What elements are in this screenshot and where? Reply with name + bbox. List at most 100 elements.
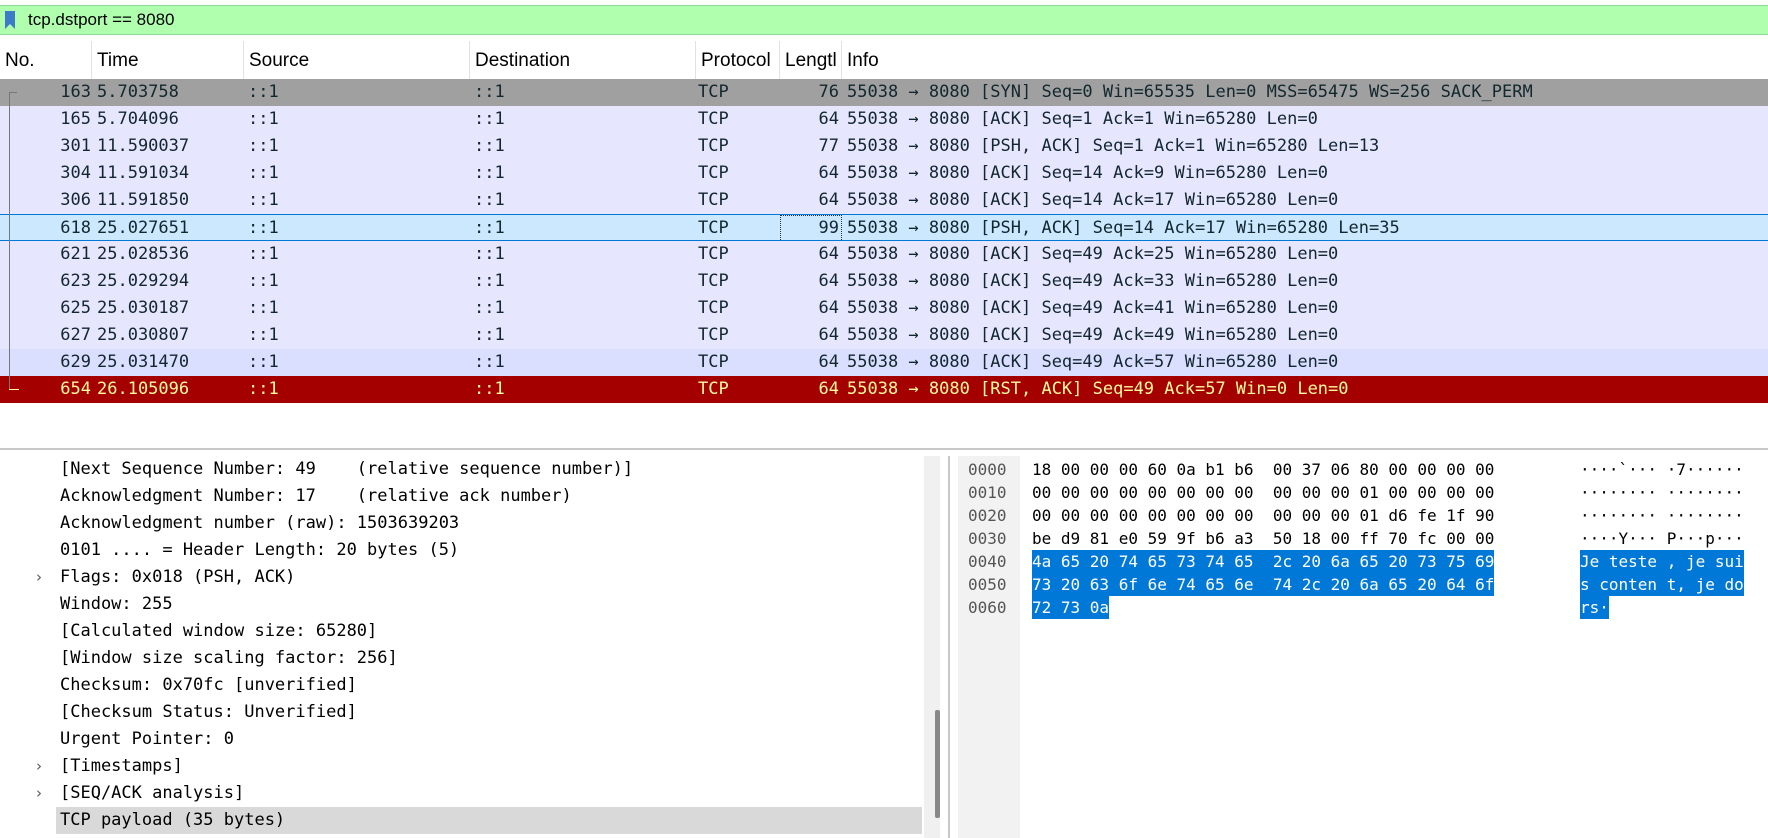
packet-row-selected[interactable]: 618 25.027651 ::1 ::1 TCP 99 55038 → 808… [0, 214, 1768, 242]
detail-item[interactable]: [Calculated window size: 65280] [0, 618, 922, 645]
packet-source: ::1 [248, 352, 279, 372]
packet-info: 55038 → 8080 [ACK] Seq=14 Ack=9 Win=6528… [847, 163, 1329, 183]
hex-ascii-selected[interactable]: Je teste , je sui [1580, 550, 1744, 573]
packet-protocol: TCP [698, 218, 729, 238]
packet-info: 55038 → 8080 [PSH, ACK] Seq=1 Ack=1 Win=… [847, 136, 1380, 156]
packet-protocol: TCP [698, 325, 729, 345]
packet-row[interactable]: 301 11.590037 ::1 ::1 TCP 77 55038 → 808… [0, 133, 1768, 160]
packet-no: 625 [60, 298, 91, 318]
detail-text: [SEQ/ACK analysis] [60, 783, 245, 803]
detail-item[interactable]: Acknowledgment Number: 17 (relative ack … [0, 483, 922, 510]
expand-arrow-icon[interactable]: › [36, 753, 48, 780]
detail-item-seq-ack[interactable]: › [SEQ/ACK analysis] [0, 780, 922, 807]
hex-bytes[interactable]: be d9 81 e0 59 9f b6 a3 50 18 00 ff 70 f… [1032, 527, 1494, 550]
detail-text: Window: 255 [60, 594, 173, 614]
hex-bytes-selected[interactable]: 73 20 63 6f 6e 74 65 6e 74 2c 20 6a 65 2… [1032, 573, 1495, 596]
hex-bytes[interactable]: 18 00 00 00 60 0a b1 b6 00 37 06 80 00 0… [1032, 458, 1494, 481]
packet-info: 55038 → 8080 [ACK] Seq=49 Ack=41 Win=652… [847, 298, 1339, 318]
detail-text: 0101 .... = Header Length: 20 bytes (5) [60, 540, 460, 560]
detail-text: Acknowledgment Number: 17 (relative ack … [60, 486, 572, 506]
detail-item[interactable]: Acknowledgment number (raw): 1503639203 [0, 510, 922, 537]
display-filter-bar[interactable]: tcp.dstport == 8080 [0, 5, 1768, 35]
column-time[interactable]: Time [92, 41, 244, 81]
detail-item[interactable]: Urgent Pointer: 0 [0, 726, 922, 753]
packet-time: 25.027651 [97, 218, 190, 238]
packet-row[interactable]: 629 25.031470 ::1 ::1 TCP 64 55038 → 808… [0, 349, 1768, 376]
packet-time: 25.031470 [97, 352, 190, 372]
packet-details-pane: [Next Sequence Number: 49 (relative sequ… [0, 456, 940, 838]
hex-ascii-selected[interactable]: rs· [1580, 596, 1609, 619]
detail-item-payload-selected[interactable]: TCP payload (35 bytes) [56, 807, 922, 834]
packet-info: 55038 → 8080 [ACK] Seq=49 Ack=25 Win=652… [847, 244, 1339, 264]
hex-ascii[interactable]: ········ ········ [1580, 481, 1744, 504]
detail-item-timestamps[interactable]: › [Timestamps] [0, 753, 922, 780]
packet-destination: ::1 [474, 163, 505, 183]
detail-item[interactable]: [Checksum Status: Unverified] [0, 699, 922, 726]
column-protocol[interactable]: Protocol [696, 41, 780, 81]
column-length[interactable]: Lengtl [780, 41, 842, 81]
display-filter-input[interactable]: tcp.dstport == 8080 [28, 10, 175, 30]
hex-offset: 0020 [968, 506, 1007, 525]
detail-item[interactable]: [Next Sequence Number: 49 (relative sequ… [0, 456, 922, 483]
hex-bytes-selected[interactable]: 4a 65 20 74 65 73 74 65 2c 20 6a 65 20 7… [1032, 550, 1495, 573]
packet-row[interactable]: 627 25.030807 ::1 ::1 TCP 64 55038 → 808… [0, 322, 1768, 349]
packet-time: 25.030807 [97, 325, 190, 345]
hex-offset: 0040 [968, 552, 1007, 571]
detail-item[interactable]: [Window size scaling factor: 256] [0, 645, 922, 672]
packet-time: 26.105096 [97, 379, 190, 399]
detail-item-flags[interactable]: › Flags: 0x018 (PSH, ACK) [0, 564, 922, 591]
packet-source: ::1 [248, 218, 279, 238]
packet-no: 165 [60, 109, 91, 129]
detail-item[interactable]: 0101 .... = Header Length: 20 bytes (5) [0, 537, 922, 564]
detail-text: TCP payload (35 bytes) [60, 810, 286, 830]
column-source[interactable]: Source [244, 41, 470, 81]
packet-info: 55038 → 8080 [ACK] Seq=1 Ack=1 Win=65280… [847, 109, 1318, 129]
packet-time: 11.590037 [97, 136, 190, 156]
packet-length: 77 [818, 136, 839, 156]
details-scrollbar-thumb[interactable] [935, 710, 940, 818]
packet-row[interactable]: 623 25.029294 ::1 ::1 TCP 64 55038 → 808… [0, 268, 1768, 295]
detail-text: [Timestamps] [60, 756, 183, 776]
hex-ascii-selected[interactable]: s conten t, je do [1580, 573, 1744, 596]
bookmark-icon[interactable] [4, 11, 16, 29]
detail-item[interactable]: Checksum: 0x70fc [unverified] [0, 672, 922, 699]
packet-no: 627 [60, 325, 91, 345]
packet-row[interactable]: 625 25.030187 ::1 ::1 TCP 64 55038 → 808… [0, 295, 1768, 322]
packet-row[interactable]: 654 26.105096 ::1 ::1 TCP 64 55038 → 808… [0, 376, 1768, 403]
packet-time: 5.703758 [97, 82, 179, 102]
detail-text: Urgent Pointer: 0 [60, 729, 234, 749]
packet-source: ::1 [248, 190, 279, 210]
detail-item[interactable]: Window: 255 [0, 591, 922, 618]
hex-ascii[interactable]: ····`··· ·7······ [1580, 458, 1744, 481]
expand-arrow-icon[interactable]: › [36, 564, 48, 591]
packet-protocol: TCP [698, 190, 729, 210]
column-destination[interactable]: Destination [470, 41, 696, 81]
packet-row[interactable]: 163 5.703758 ::1 ::1 TCP 76 55038 → 8080… [0, 79, 1768, 106]
hex-ascii[interactable]: ········ ········ [1580, 504, 1744, 527]
packet-time: 25.029294 [97, 271, 190, 291]
packet-no: 618 [60, 218, 91, 238]
packet-protocol: TCP [698, 352, 729, 372]
packet-destination: ::1 [474, 136, 505, 156]
column-no[interactable]: No. [0, 41, 92, 81]
hex-bytes[interactable]: 00 00 00 00 00 00 00 00 00 00 00 01 00 0… [1032, 481, 1494, 504]
packet-source: ::1 [248, 271, 279, 291]
hex-bytes-selected[interactable]: 72 73 0a [1032, 596, 1110, 619]
pane-splitter[interactable] [0, 448, 1768, 450]
packet-destination: ::1 [474, 190, 505, 210]
packet-row[interactable]: 165 5.704096 ::1 ::1 TCP 64 55038 → 8080… [0, 106, 1768, 133]
packet-source: ::1 [248, 163, 279, 183]
packet-no: 623 [60, 271, 91, 291]
column-info[interactable]: Info [842, 41, 1768, 81]
wireshark-window: tcp.dstport == 8080 No. Time Source Dest… [0, 0, 1768, 838]
packet-time: 25.028536 [97, 244, 190, 264]
packet-info: 55038 → 8080 [PSH, ACK] Seq=14 Ack=17 Wi… [847, 218, 1400, 238]
packet-row[interactable]: 306 11.591850 ::1 ::1 TCP 64 55038 → 808… [0, 187, 1768, 214]
hex-pane-splitter[interactable] [948, 456, 950, 838]
hex-ascii[interactable]: ····Y··· P···p··· [1580, 527, 1744, 550]
packet-row[interactable]: 304 11.591034 ::1 ::1 TCP 64 55038 → 808… [0, 160, 1768, 187]
expand-arrow-icon[interactable]: › [36, 780, 48, 807]
packet-row[interactable]: 621 25.028536 ::1 ::1 TCP 64 55038 → 808… [0, 241, 1768, 268]
packet-destination: ::1 [474, 379, 505, 399]
hex-bytes[interactable]: 00 00 00 00 00 00 00 00 00 00 00 01 d6 f… [1032, 504, 1494, 527]
